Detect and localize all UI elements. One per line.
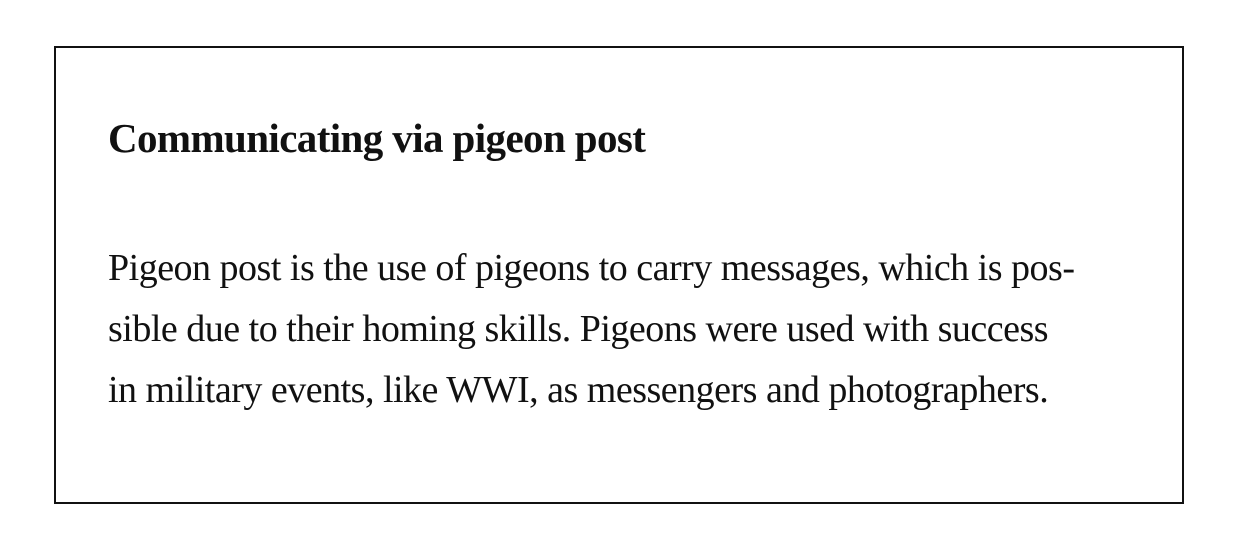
article-title: Communicating via pigeon post	[108, 115, 646, 161]
article-body-line-1: Pigeon post is the use of pigeons to car…	[108, 247, 1075, 289]
article-body: Pigeon post is the use of pigeons to car…	[108, 238, 1148, 421]
article-card: Communicating via pigeon post Pigeon pos…	[54, 46, 1184, 504]
article-body-line-2: sible due to their homing skills. Pigeon…	[108, 308, 1049, 350]
article-body-line-3: in military events, like WWI, as messeng…	[108, 369, 1049, 411]
